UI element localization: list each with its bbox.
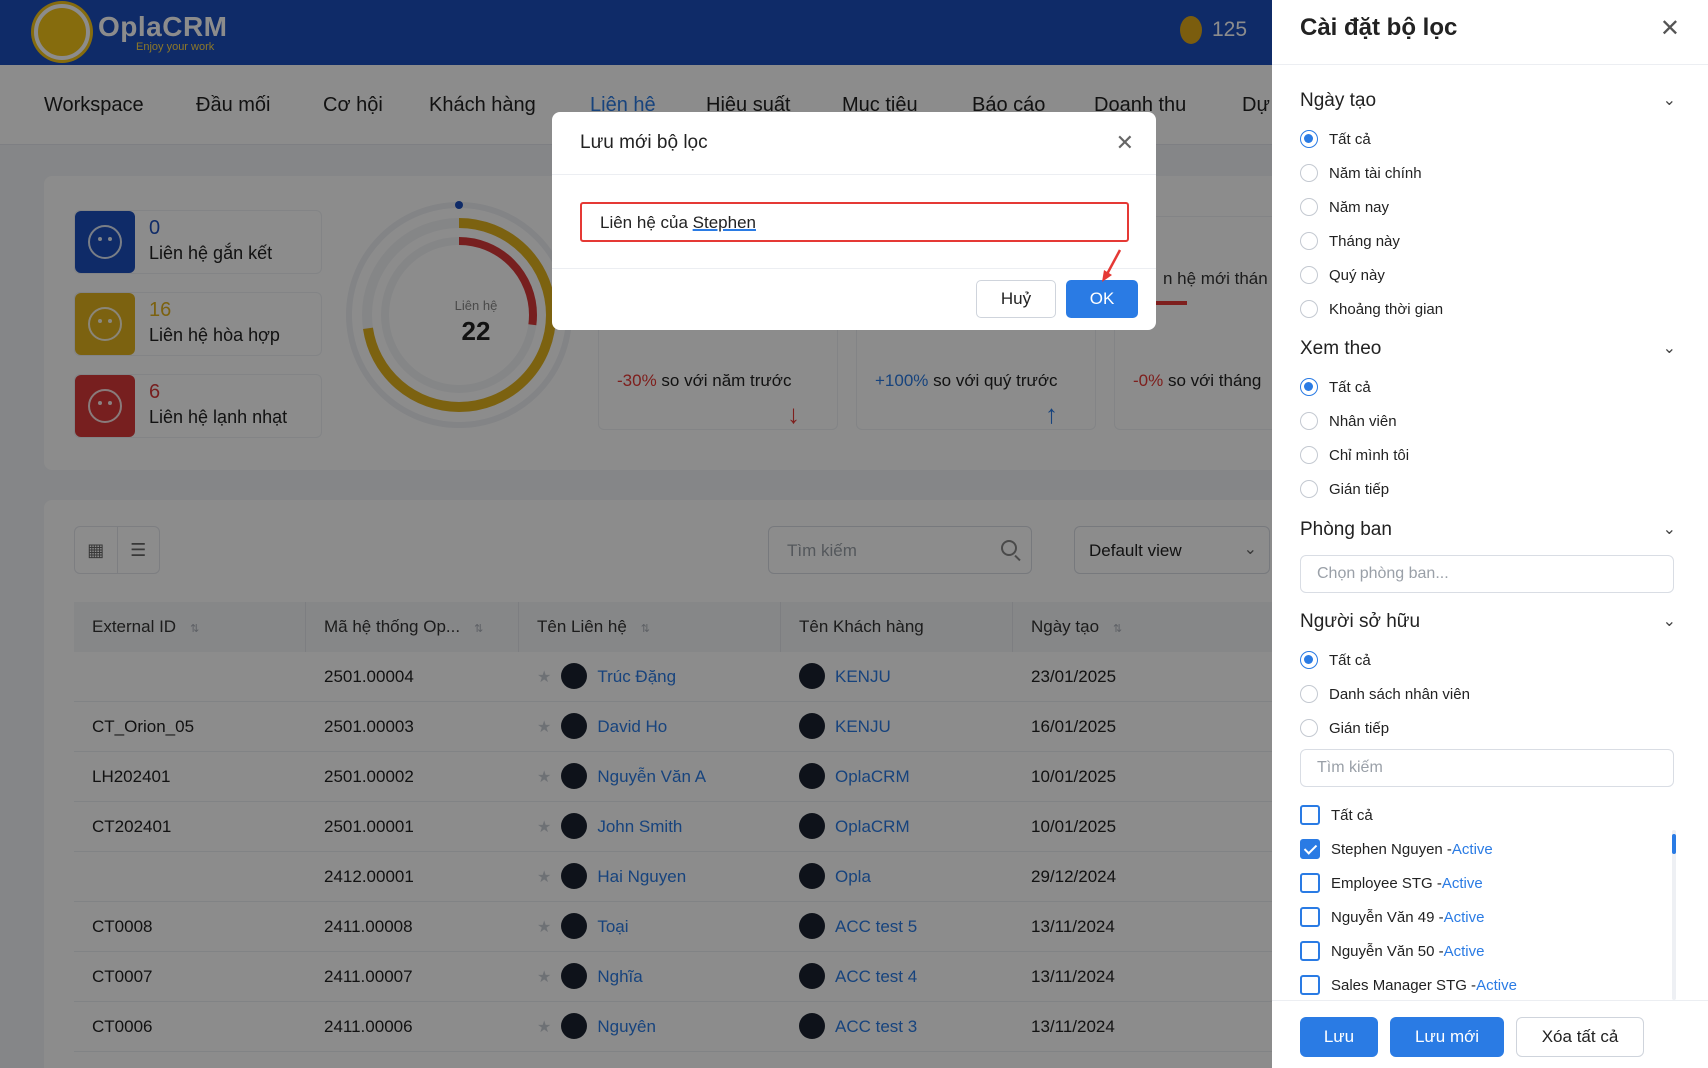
radio-button[interactable] xyxy=(1300,378,1318,396)
created-date-option[interactable]: Quý này xyxy=(1300,266,1385,284)
owner-list-scrollbar[interactable] xyxy=(1672,830,1676,1000)
status-badge: Active xyxy=(1443,908,1485,926)
filter-name-prefix: Liên hệ của xyxy=(600,213,693,232)
radio-button[interactable] xyxy=(1300,685,1318,703)
radio-button[interactable] xyxy=(1300,130,1318,148)
close-icon[interactable]: ✕ xyxy=(1116,130,1134,156)
department-placeholder: Chọn phòng ban... xyxy=(1317,565,1449,582)
checkbox[interactable] xyxy=(1300,805,1320,825)
cancel-button[interactable]: Huỷ xyxy=(976,280,1056,318)
checkbox[interactable] xyxy=(1300,907,1320,927)
status-badge: Active xyxy=(1476,976,1517,994)
owner-search-input[interactable]: Tìm kiếm xyxy=(1300,749,1674,787)
divider xyxy=(552,174,1156,175)
save-new-button[interactable]: Lưu mới xyxy=(1390,1017,1504,1057)
radio-button[interactable] xyxy=(1300,719,1318,737)
checkbox[interactable] xyxy=(1300,941,1320,961)
owner-option[interactable]: Danh sách nhân viên xyxy=(1300,685,1470,703)
section-department[interactable]: Phòng ban xyxy=(1300,519,1392,541)
section-owner[interactable]: Người sở hữu xyxy=(1300,611,1420,633)
view-by-option[interactable]: Tất cả xyxy=(1300,378,1371,396)
chevron-down-icon[interactable]: ⌄ xyxy=(1663,519,1676,539)
panel-footer: Lưu Lưu mới Xóa tất cả xyxy=(1272,1000,1708,1068)
checkbox[interactable] xyxy=(1300,839,1320,859)
checkbox[interactable] xyxy=(1300,873,1320,893)
checkbox[interactable] xyxy=(1300,975,1320,995)
radio-button[interactable] xyxy=(1300,412,1318,430)
radio-button[interactable] xyxy=(1300,300,1318,318)
divider xyxy=(1272,64,1708,65)
filter-settings-panel: Cài đặt bộ lọc ✕ Ngày tạo ⌄ Tất cả Năm tà… xyxy=(1272,0,1708,1068)
chevron-down-icon[interactable]: ⌄ xyxy=(1663,338,1676,358)
owner-person-option[interactable]: Nguyễn Văn 50 - Active xyxy=(1300,941,1484,961)
ok-button[interactable]: OK xyxy=(1066,280,1138,318)
owner-check-all[interactable]: Tất cả xyxy=(1300,805,1373,825)
clear-all-button[interactable]: Xóa tất cả xyxy=(1516,1017,1644,1057)
radio-button[interactable] xyxy=(1300,266,1318,284)
filter-name-owner: Stephen xyxy=(692,213,756,232)
save-button[interactable]: Lưu xyxy=(1300,1017,1378,1057)
radio-button[interactable] xyxy=(1300,198,1318,216)
radio-button[interactable] xyxy=(1300,164,1318,182)
owner-search-placeholder: Tìm kiếm xyxy=(1317,759,1383,776)
radio-button[interactable] xyxy=(1300,480,1318,498)
filter-name-input[interactable]: Liên hệ của Stephen xyxy=(580,202,1129,242)
section-created-date[interactable]: Ngày tạo xyxy=(1300,90,1376,112)
view-by-option[interactable]: Nhân viên xyxy=(1300,412,1397,430)
chevron-down-icon[interactable]: ⌄ xyxy=(1663,90,1676,110)
status-badge: Active xyxy=(1443,942,1485,960)
owner-person-option[interactable]: Sales Manager STG - Active xyxy=(1300,975,1517,995)
department-select[interactable]: Chọn phòng ban... xyxy=(1300,555,1674,593)
owner-option[interactable]: Tất cả xyxy=(1300,651,1371,669)
view-by-option[interactable]: Gián tiếp xyxy=(1300,480,1389,498)
annotation-arrow-icon xyxy=(1102,249,1122,282)
view-by-option[interactable]: Chỉ mình tôi xyxy=(1300,446,1409,464)
section-view-by[interactable]: Xem theo xyxy=(1300,338,1381,360)
modal-title: Lưu mới bộ lọc xyxy=(580,132,708,153)
owner-person-option[interactable]: Employee STG - Active xyxy=(1300,873,1483,893)
status-badge: Active xyxy=(1441,874,1483,892)
created-date-option[interactable]: Năm nay xyxy=(1300,198,1389,216)
owner-option[interactable]: Gián tiếp xyxy=(1300,719,1389,737)
radio-button[interactable] xyxy=(1300,446,1318,464)
owner-person-option[interactable]: Nguyễn Văn 49 - Active xyxy=(1300,907,1484,927)
created-date-option[interactable]: Tất cả xyxy=(1300,130,1371,148)
radio-button[interactable] xyxy=(1300,232,1318,250)
panel-title: Cài đặt bộ lọc xyxy=(1300,14,1458,41)
divider xyxy=(552,268,1156,269)
radio-button[interactable] xyxy=(1300,651,1318,669)
owner-person-option[interactable]: Stephen Nguyen - Active xyxy=(1300,839,1493,859)
created-date-option[interactable]: Khoảng thời gian xyxy=(1300,300,1443,318)
created-date-option[interactable]: Tháng này xyxy=(1300,232,1400,250)
status-badge: Active xyxy=(1451,840,1493,858)
chevron-down-icon[interactable]: ⌄ xyxy=(1663,611,1676,631)
created-date-option[interactable]: Năm tài chính xyxy=(1300,164,1422,182)
close-icon[interactable]: ✕ xyxy=(1660,14,1680,43)
save-filter-modal: Lưu mới bộ lọc ✕ Liên hệ của Stephen Huỷ… xyxy=(552,112,1156,330)
